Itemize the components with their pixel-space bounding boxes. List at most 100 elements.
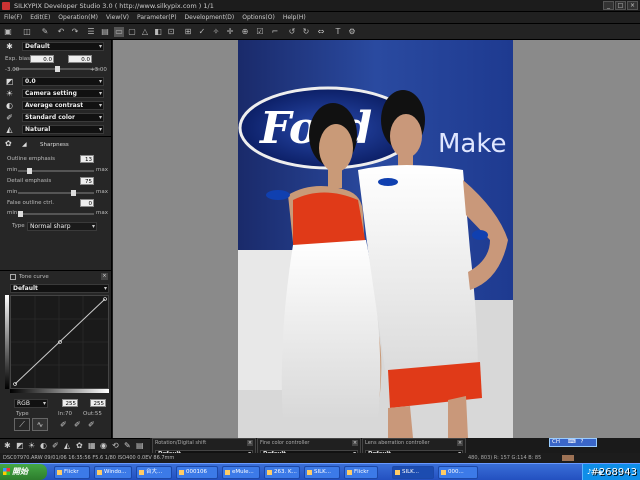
histogram-icon[interactable]: ▤ [136,441,144,450]
curve-pick-gray-icon[interactable]: ✐ [74,420,81,429]
noise-icon[interactable]: ▦ [88,441,96,450]
crop-icon[interactable]: ⌐ [270,27,280,37]
full-view-icon[interactable]: ▢ [127,27,137,37]
flip-icon[interactable]: ⇔ [316,27,326,37]
taskbar-item-active[interactable]: SILK... [392,466,434,479]
detail-slider-thumb[interactable] [71,190,77,196]
edit-icon[interactable]: ✎ [124,441,131,450]
rotate-icon[interactable]: ⟲ [112,441,119,450]
tone-in-input[interactable]: 255 [62,399,78,407]
lens-icon[interactable]: ◉ [100,441,107,450]
thumbnail-view-icon[interactable]: ▤ [100,27,110,37]
grid-icon[interactable]: ⊞ [183,27,193,37]
taskbar-item[interactable]: 台大... [136,466,172,479]
wb-dropdown[interactable]: 0.0 [22,77,104,86]
exposure-input[interactable]: 0.0 [30,55,54,63]
exposure-slider[interactable] [14,66,100,72]
taste-dropdown[interactable]: Default [22,42,104,51]
rotate-left-icon[interactable]: ↺ [287,27,297,37]
taskbar-item[interactable]: eMule... [222,466,260,479]
maximize-button[interactable]: □ [615,1,626,10]
sharpness-type-dropdown[interactable]: Normal sharp [27,222,97,231]
camera-setting-dropdown[interactable]: Camera setting [22,89,104,98]
rotate-right-icon[interactable]: ↻ [301,27,311,37]
curve-pick-white-icon[interactable]: ✐ [88,420,95,429]
start-button[interactable]: 開始 [0,464,47,480]
exposure-fine-input[interactable]: 0.0 [68,55,92,63]
sun-icon[interactable]: ☀ [28,441,35,450]
tone-out-input[interactable]: 255 [90,399,106,407]
preview-view-icon[interactable]: ▭ [114,27,124,37]
rotation-panel-close-button[interactable]: × [247,440,253,446]
lens-aberration-panel-close-button[interactable]: × [457,440,463,446]
fine-color-panel-close-button[interactable]: × [352,440,358,446]
tone-icon[interactable]: ◭ [64,441,70,450]
menu-parameter[interactable]: Parameter(P) [137,12,177,23]
wb-icon[interactable]: ◩ [16,441,24,450]
detail-slider[interactable] [18,190,94,196]
outline-slider[interactable] [18,168,94,174]
false-outline-slider[interactable] [18,211,94,217]
eyedropper-icon[interactable]: ✐ [52,441,59,450]
settings-icon[interactable]: ⚙ [347,27,357,37]
taskbar-item[interactable]: Flickr [344,466,378,479]
false-outline-slider-thumb[interactable] [18,211,23,217]
curve-linear-icon[interactable]: ⟋ [14,418,30,431]
exposure-slider-thumb[interactable] [54,66,60,72]
menu-file[interactable]: File(F) [4,12,22,23]
taskbar-item[interactable]: 000... [438,466,478,479]
menu-view[interactable]: View(V) [106,12,129,23]
tone-channel-dropdown[interactable]: RGB [14,399,48,408]
check-icon[interactable]: ☑ [255,27,265,37]
curve-spline-icon[interactable]: ∿ [32,418,48,431]
outline-input[interactable]: 13 [80,155,94,163]
develop-icon[interactable]: ✎ [40,27,50,37]
warning-icon[interactable]: △ [140,27,150,37]
tone-curve-graph[interactable] [10,295,109,389]
open-folder-icon[interactable]: ▣ [3,27,13,37]
taskbar-item[interactable]: 000106 [176,466,218,479]
outline-slider-thumb[interactable] [27,168,33,174]
contrast-icon[interactable]: ◐ [40,441,47,450]
redo-icon[interactable]: ↷ [70,27,80,37]
compare-icon[interactable]: ◧ [153,27,163,37]
undo-icon[interactable]: ↶ [56,27,66,37]
adjust-icon[interactable]: ⊡ [166,27,176,37]
tone-dropdown[interactable]: Natural [22,125,104,134]
taskbar-item[interactable]: 263. K... [264,466,300,479]
sharpness-icon[interactable]: ✿ [76,441,83,450]
tone-curve-preset-dropdown[interactable]: Default [10,284,109,293]
pick-icon[interactable]: ✛ [225,27,235,37]
list-view-icon[interactable]: ☰ [86,27,96,37]
menu-development[interactable]: Development(D) [185,12,235,23]
menu-help[interactable]: Help(H) [283,12,306,23]
tone-curve-close-button[interactable]: × [101,273,108,280]
menu-edit[interactable]: Edit(E) [30,12,50,23]
text-icon[interactable]: T [333,27,343,37]
ime-language[interactable]: CH [552,439,560,445]
stamp-icon[interactable]: ⊕ [240,27,250,37]
taskbar-item[interactable]: Flickr [54,466,90,479]
preview-area[interactable]: Ford Make [113,40,640,438]
tone-curve-svg[interactable] [11,296,108,388]
preview-photo[interactable]: Ford Make [238,40,513,438]
save-icon[interactable]: ◫ [22,27,32,37]
detail-input[interactable]: 75 [80,177,94,185]
contrast-dropdown[interactable]: Average contrast [22,101,104,110]
close-button[interactable]: × [627,1,638,10]
mark-icon[interactable]: ✓ [197,27,207,37]
ime-toolbar[interactable]: CH ⌨ ? [549,438,597,447]
taskbar-item[interactable]: SILK... [304,466,340,479]
taskbar-item[interactable]: Windo... [94,466,132,479]
keyboard-icon[interactable]: ⌨ [568,439,576,445]
color-dropdown[interactable]: Standard color [22,113,104,122]
menu-operation[interactable]: Operation(M) [58,12,98,23]
sharpness-toggle-icon[interactable]: ◢ [22,141,27,148]
help-icon[interactable]: ? [580,439,583,445]
false-outline-input[interactable]: 0 [80,199,94,207]
minimize-button[interactable]: _ [603,1,614,10]
menu-options[interactable]: Options(O) [242,12,275,23]
gear-icon[interactable]: ✱ [4,441,11,450]
curve-pick-black-icon[interactable]: ✐ [60,420,67,429]
tag-icon[interactable]: ✧ [211,27,221,37]
